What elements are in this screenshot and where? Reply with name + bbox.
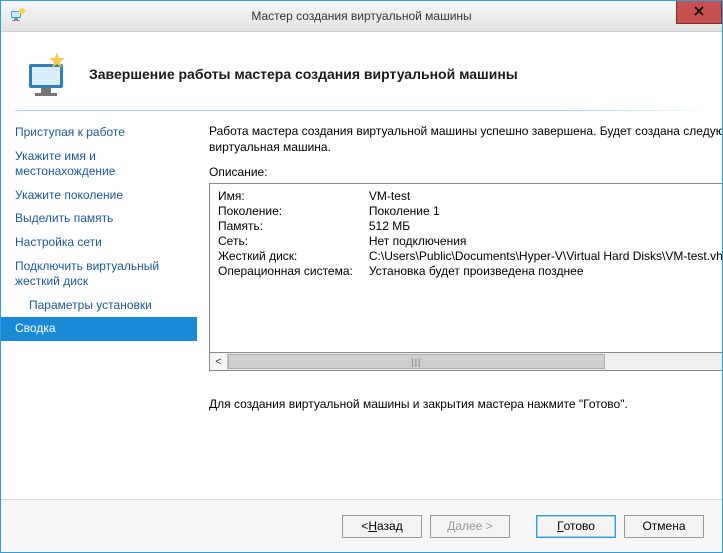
summary-row: Жесткий диск:C:\Users\Public\Documents\H… [218,249,722,264]
back-prefix: < [361,519,368,533]
scroll-track[interactable]: ||| [228,353,722,370]
sidebar-item-3[interactable]: Выделить память [1,207,197,231]
sidebar-item-1[interactable]: Укажите имя и местонахождение [1,145,197,184]
summary-row: Поколение:Поколение 1 [218,204,722,219]
scroll-left-arrow-icon[interactable]: < [210,353,228,370]
sidebar-item-2[interactable]: Укажите поколение [1,184,197,208]
summary-table: Имя:VM-testПоколение:Поколение 1Память:5… [218,189,722,279]
next-hotkey: Д [447,519,455,533]
app-icon [9,8,25,24]
back-suffix: азад [377,519,403,533]
intro-text: Работа мастера создания виртуальной маши… [209,123,722,155]
footer: < Назад Далее > Готово Отмена [1,499,722,552]
closing-text: Для создания виртуальной машины и закрыт… [209,397,722,411]
summary-row: Имя:VM-test [218,189,722,204]
summary-value: 512 МБ [369,219,722,234]
header-strip: Завершение работы мастера создания вирту… [1,32,722,110]
summary-value: C:\Users\Public\Documents\Hyper-V\Virtua… [369,249,722,264]
summary-key: Жесткий диск: [218,249,369,264]
wizard-window: Мастер создания виртуальной машины Завер… [0,0,723,553]
page-heading: Завершение работы мастера создания вирту… [89,66,518,82]
summary-key: Поколение: [218,204,369,219]
summary-row: Операционная система:Установка будет про… [218,264,722,279]
cancel-button[interactable]: Отмена [624,515,704,538]
sidebar-item-5[interactable]: Подключить виртуальный жесткий диск [1,255,197,294]
summary-value: Установка будет произведена позднее [369,264,722,279]
wizard-icon [23,48,75,100]
summary-value: Нет подключения [369,234,722,249]
description-label: Описание: [209,165,722,179]
titlebar: Мастер создания виртуальной машины [1,1,722,32]
back-button[interactable]: < Назад [342,515,422,538]
horizontal-scrollbar[interactable]: < ||| > [209,353,722,371]
back-hotkey: Н [368,519,377,533]
scroll-thumb[interactable]: ||| [228,354,605,369]
sidebar-item-4[interactable]: Настройка сети [1,231,197,255]
body: Приступая к работеУкажите имя и местонах… [1,111,722,499]
summary-row: Память:512 МБ [218,219,722,234]
next-button: Далее > [430,515,510,538]
close-icon [694,5,704,19]
summary-value: Поколение 1 [369,204,722,219]
summary-box: Имя:VM-testПоколение:Поколение 1Память:5… [209,183,722,353]
summary-key: Операционная система: [218,264,369,279]
scroll-grip-icon: ||| [411,357,421,367]
close-button[interactable] [676,1,722,24]
sidebar-item-6[interactable]: Параметры установки [1,294,197,318]
sidebar-item-0[interactable]: Приступая к работе [1,121,197,145]
summary-key: Память: [218,219,369,234]
wizard-sidebar: Приступая к работеУкажите имя и местонах… [1,111,197,499]
content-pane: Работа мастера создания виртуальной маши… [197,111,722,499]
summary-key: Имя: [218,189,369,204]
finish-suffix: отово [564,519,595,533]
cancel-label: Отмена [642,519,685,533]
summary-key: Сеть: [218,234,369,249]
window-title: Мастер создания виртуальной машины [1,9,722,23]
sidebar-item-7[interactable]: Сводка [1,317,197,341]
summary-row: Сеть:Нет подключения [218,234,722,249]
summary-value: VM-test [369,189,722,204]
finish-button[interactable]: Готово [536,515,616,538]
next-suffix: алее > [455,519,492,533]
